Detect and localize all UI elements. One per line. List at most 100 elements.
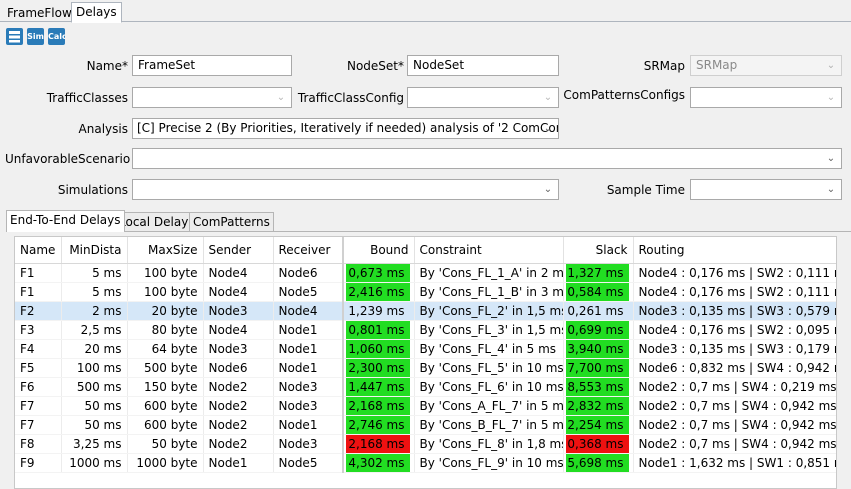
trafficclassconfig-label: TrafficClassConfig <box>297 91 404 105</box>
chevron-down-icon: ⌄ <box>826 153 836 164</box>
bound-cell: 2,746 ms <box>342 415 415 435</box>
slack-value: 0,699 ms <box>565 320 629 338</box>
cell-maxsize: 64 byte <box>127 339 204 359</box>
cell-routing: Node3 : 0,135 ms | SW3 : 0,179 ms | SV <box>633 339 836 359</box>
cell-maxsize: 600 byte <box>127 396 204 416</box>
slack-cell: 5,698 ms <box>563 453 634 473</box>
slack-cell: 0,368 ms <box>563 434 634 454</box>
cell-routing: Node4 : 0,176 ms | SW2 : 0,095 ms | SV <box>633 320 836 340</box>
trafficclassconfig-select[interactable]: ⌄ <box>407 87 559 108</box>
cell-sender: Node3 <box>203 339 274 359</box>
name-field[interactable]: FrameSet <box>132 55 292 76</box>
bound-value: 2,168 ms <box>346 396 410 414</box>
simulations-select[interactable]: ⌄ <box>132 179 559 200</box>
analysis-label: Analysis <box>78 122 128 136</box>
cell-mindista: 100 ms <box>61 358 128 378</box>
cell-routing: Node4 : 0,176 ms | SW2 : 0,111 ms | SV <box>633 282 836 302</box>
chevron-down-icon: ⌄ <box>826 60 836 71</box>
cell-mindista: 1000 ms <box>61 453 128 473</box>
slack-value: 3,940 ms <box>565 339 629 357</box>
bound-value: 4,302 ms <box>346 453 410 471</box>
cell-receiver: Node1 <box>273 415 344 435</box>
column-header-routing[interactable]: Routing <box>633 237 836 264</box>
cell-routing: Node3 : 0,135 ms | SW3 : 0,579 ms | SV <box>633 301 836 321</box>
unfavorablescenario-label: UnfavorableScenario <box>5 152 131 166</box>
cell-routing: Node6 : 0,832 ms | SW4 : 0,942 ms | SV <box>633 358 836 378</box>
table-row[interactable]: F1 5 ms 100 byte Node4 Node5 2,416 ms By 'Cons… <box>15 282 836 302</box>
table-header-row: Name MinDista MaxSize Sender Receiver Bo… <box>15 237 836 264</box>
cell-sender: Node4 <box>203 263 274 283</box>
cell-mindista: 20 ms <box>61 339 128 359</box>
table-row[interactable]: F2 2 ms 20 byte Node3 Node4 1,239 ms By 'Cons_… <box>15 301 836 321</box>
cell-routing: Node2 : 0,7 ms | SW4 : 0,942 ms | SW3 <box>633 415 836 435</box>
cell-maxsize: 100 byte <box>127 263 204 283</box>
nodeset-field[interactable]: NodeSet <box>407 55 559 76</box>
compatternsconfigs-label: ComPatternsConfigs <box>563 88 685 102</box>
table-row[interactable]: F1 5 ms 100 byte Node4 Node6 0,673 ms By 'Cons… <box>15 263 836 283</box>
cell-name: F6 <box>15 377 62 397</box>
slack-cell: 0,584 ms <box>563 282 634 302</box>
table-row[interactable]: F6 500 ms 150 byte Node2 Node3 1,447 ms By 'Co… <box>15 377 836 397</box>
network-icon[interactable] <box>6 28 23 45</box>
unfavorablescenario-select[interactable]: ⌄ <box>132 148 842 169</box>
cell-maxsize: 1000 byte <box>127 453 204 473</box>
bound-value: 2,168 ms <box>346 434 410 452</box>
table-row[interactable]: F7 50 ms 600 byte Node2 Node1 2,746 ms By 'Con… <box>15 415 836 435</box>
network-icon-glyph <box>9 31 20 43</box>
column-header-maxsize[interactable]: MaxSize <box>127 237 204 264</box>
tab-local-delays[interactable]: Local Delays <box>115 212 199 231</box>
slack-cell: 0,699 ms <box>563 320 634 340</box>
tab-end-to-end-delays[interactable]: End-To-End Delays <box>6 210 125 232</box>
bound-value: 1,060 ms <box>346 339 410 357</box>
sampletime-select[interactable]: ⌄ <box>690 179 842 200</box>
slack-value: 1,327 ms <box>565 263 629 281</box>
column-header-name[interactable]: Name <box>15 237 62 264</box>
cell-receiver: Node6 <box>273 263 344 283</box>
table-body: F1 5 ms 100 byte Node4 Node6 0,673 ms By 'Cons… <box>15 263 836 473</box>
slack-value: 0,584 ms <box>565 282 629 300</box>
cell-maxsize: 500 byte <box>127 358 204 378</box>
cell-maxsize: 100 byte <box>127 282 204 302</box>
slack-value: 8,553 ms <box>565 377 629 395</box>
bound-cell: 1,447 ms <box>342 377 415 397</box>
column-header-slack[interactable]: Slack <box>563 237 634 264</box>
end-to-end-delays-table[interactable]: Name MinDista MaxSize Sender Receiver Bo… <box>14 236 837 489</box>
trafficclasses-select[interactable]: ⌄ <box>132 87 292 108</box>
calc-icon[interactable]: Calc <box>48 28 65 45</box>
chevron-down-icon: ⌄ <box>543 92 553 103</box>
table-row[interactable]: F4 20 ms 64 byte Node3 Node1 1,060 ms By 'Cons… <box>15 339 836 359</box>
cell-name: F9 <box>15 453 62 473</box>
cell-sender: Node3 <box>203 301 274 321</box>
tab-compatterns[interactable]: ComPatterns <box>189 212 274 231</box>
cell-name: F2 <box>15 301 62 321</box>
cell-receiver: Node3 <box>273 434 344 454</box>
table-row[interactable]: F8 3,25 ms 50 byte Node2 Node3 2,168 ms By 'Co… <box>15 434 836 454</box>
bound-value: 2,416 ms <box>346 282 410 300</box>
column-header-receiver[interactable]: Receiver <box>273 237 344 264</box>
column-header-mindista[interactable]: MinDista <box>61 237 128 264</box>
analysis-select[interactable]: [C] Precise 2 (By Priorities, Iterativel… <box>132 118 559 139</box>
cell-sender: Node4 <box>203 282 274 302</box>
table-row[interactable]: F9 1000 ms 1000 byte Node1 Node5 4,302 ms By '… <box>15 453 836 473</box>
chevron-down-icon: ⌄ <box>543 184 553 195</box>
tab-delays[interactable]: Delays <box>71 2 122 23</box>
cell-mindista: 50 ms <box>61 396 128 416</box>
cell-routing: Node1 : 1,632 ms | SW1 : 0,851 ms | SV <box>633 453 836 473</box>
cell-routing: Node2 : 0,7 ms | SW4 : 0,942 ms | SW3 <box>633 434 836 454</box>
column-header-sender[interactable]: Sender <box>203 237 274 264</box>
compatternsconfigs-select[interactable]: ⌄ <box>690 87 842 108</box>
cell-mindista: 2 ms <box>61 301 128 321</box>
cell-receiver: Node5 <box>273 282 344 302</box>
table-row[interactable]: F5 100 ms 500 byte Node6 Node1 2,300 ms By 'Co… <box>15 358 836 378</box>
bound-cell: 2,168 ms <box>342 434 415 454</box>
column-header-constraint[interactable]: Constraint <box>414 237 564 264</box>
bound-cell: 1,060 ms <box>342 339 415 359</box>
cell-maxsize: 600 byte <box>127 415 204 435</box>
column-header-bound[interactable]: Bound <box>342 237 415 264</box>
table-row[interactable]: F7 50 ms 600 byte Node2 Node3 2,168 ms By 'Con… <box>15 396 836 416</box>
cell-mindista: 3,25 ms <box>61 434 128 454</box>
sim-icon[interactable]: Sim <box>27 28 44 45</box>
cell-receiver: Node3 <box>273 396 344 416</box>
cell-constraint: By 'Cons_FL_9' in 10 ms <box>414 453 564 473</box>
table-row[interactable]: F3 2,5 ms 80 byte Node4 Node1 0,801 ms By 'Con… <box>15 320 836 340</box>
